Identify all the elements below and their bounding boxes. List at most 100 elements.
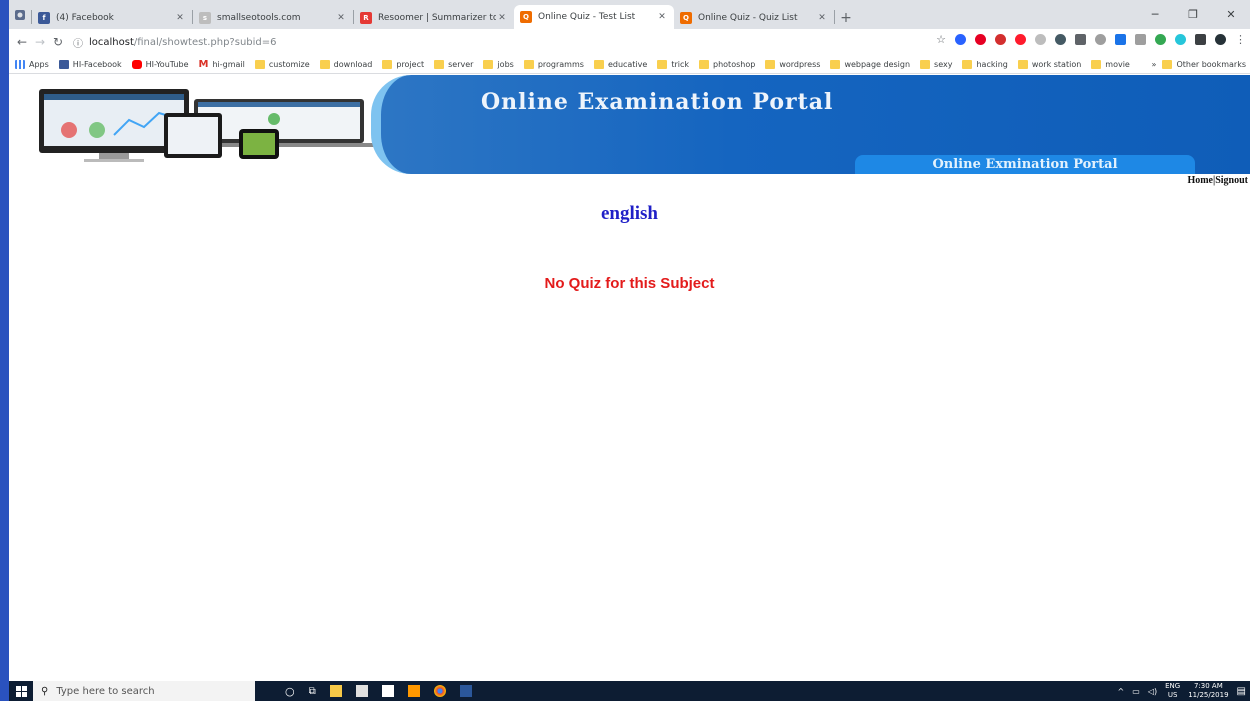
bookmark-folder[interactable]: download — [319, 59, 372, 69]
file-explorer-icon[interactable] — [329, 685, 342, 697]
bookmark-hi-facebook[interactable]: HI-Facebook — [58, 59, 122, 69]
chrome-icon[interactable] — [433, 685, 446, 697]
pinterest-icon[interactable] — [975, 34, 986, 45]
notifications-icon[interactable]: ▤ — [1237, 686, 1246, 697]
windows-start-icon[interactable] — [9, 681, 33, 701]
close-window-icon[interactable]: ✕ — [1212, 0, 1250, 29]
smallseotools-icon: s — [199, 12, 211, 24]
extension-icon[interactable] — [1175, 34, 1186, 45]
bookmark-apps[interactable]: Apps — [15, 59, 49, 69]
other-bookmarks-folder[interactable]: Other bookmarks — [1162, 60, 1246, 69]
bookmarks-bar: Apps HI-Facebook HI-YouTube M hi-gmail c… — [9, 55, 1250, 74]
sublime-icon[interactable] — [407, 685, 420, 697]
volume-icon[interactable]: ◁) — [1148, 687, 1157, 696]
more-bookmarks-button[interactable]: » — [1152, 60, 1157, 69]
mail-icon[interactable] — [381, 685, 394, 697]
extension-icon[interactable] — [1035, 34, 1046, 45]
youtube-icon — [131, 59, 142, 69]
extension-icon[interactable] — [1115, 34, 1126, 45]
tab-search-icon[interactable] — [9, 0, 31, 29]
address-bar[interactable]: ⓘ localhost /final/showtest.php?subid=6 — [73, 31, 943, 53]
folder-icon — [483, 59, 494, 69]
menu-kebab-icon[interactable]: ⋮ — [1235, 33, 1246, 46]
forward-icon[interactable]: → — [31, 35, 49, 49]
extension-icon[interactable] — [1055, 34, 1066, 45]
bookmark-label: hi-gmail — [212, 59, 245, 69]
info-icon[interactable]: ⓘ — [73, 35, 83, 50]
folder-icon — [699, 59, 710, 69]
tab-smallseotools[interactable]: s smallseotools.com ✕ — [193, 7, 353, 29]
bookmark-label: trick — [671, 59, 690, 69]
language-indicator[interactable]: ENG US — [1165, 682, 1180, 700]
bookmark-hi-gmail[interactable]: M hi-gmail — [199, 59, 245, 70]
bookmark-folder[interactable]: customize — [254, 59, 310, 69]
region-code: US — [1167, 691, 1178, 699]
bookmark-folder[interactable]: webpage design — [830, 59, 911, 69]
reload-icon[interactable]: ↻ — [49, 35, 67, 49]
clock[interactable]: 7:30 AM 11/25/2019 — [1188, 682, 1228, 700]
extension-icon[interactable] — [1135, 34, 1146, 45]
bookmark-folder[interactable]: programms — [523, 59, 584, 69]
extension-icon[interactable] — [1195, 34, 1206, 45]
folder-icon — [254, 59, 265, 69]
bookmark-folder[interactable]: work station — [1017, 59, 1081, 69]
home-link[interactable]: Home — [1187, 175, 1213, 186]
bookmark-label: jobs — [497, 59, 514, 69]
profile-avatar[interactable] — [1215, 34, 1226, 45]
cortana-icon[interactable]: ○ — [285, 685, 295, 698]
banner-title: Online Examination Portal — [481, 89, 834, 115]
bookmark-folder[interactable]: educative — [593, 59, 647, 69]
word-icon[interactable] — [459, 685, 472, 697]
quiz-icon: Q — [520, 11, 532, 23]
close-icon[interactable]: ✕ — [174, 13, 186, 23]
bookmark-label: wordpress — [779, 59, 821, 69]
bookmark-label: HI-Facebook — [72, 59, 122, 69]
bookmark-folder[interactable]: hacking — [962, 59, 1008, 69]
minimize-icon[interactable]: ─ — [1136, 0, 1174, 29]
signout-link[interactable]: Signout — [1215, 175, 1248, 186]
new-tab-button[interactable]: + — [835, 7, 857, 29]
chevron-up-icon[interactable]: ^ — [1118, 687, 1125, 696]
adblock-icon[interactable] — [995, 34, 1006, 45]
network-icon[interactable]: ▭ — [1132, 687, 1140, 696]
extension-icon[interactable] — [1155, 34, 1166, 45]
close-icon[interactable]: ✕ — [656, 12, 668, 22]
back-icon[interactable]: ← — [13, 35, 31, 49]
bookmark-folder[interactable]: sexy — [920, 59, 953, 69]
bookmark-label: sexy — [934, 59, 953, 69]
extension-icon[interactable] — [955, 34, 966, 45]
taskbar-search-box[interactable]: ⚲ Type here to search — [33, 681, 255, 701]
browser-window: f (4) Facebook ✕ s smallseotools.com ✕ R… — [0, 0, 1250, 701]
bookmark-label: webpage design — [844, 59, 911, 69]
no-quiz-message: No Quiz for this Subject — [544, 275, 715, 292]
bookmark-folder[interactable]: photoshop — [699, 59, 755, 69]
restore-icon[interactable]: ❐ — [1174, 0, 1212, 29]
tab-online-quiz-quiz-list[interactable]: Q Online Quiz - Quiz List ✕ — [674, 7, 834, 29]
folder-icon — [830, 59, 841, 69]
bookmark-folder[interactable]: project — [382, 59, 424, 69]
bookmark-folder[interactable]: jobs — [483, 59, 514, 69]
folder-icon — [1162, 60, 1173, 69]
opera-icon[interactable] — [1015, 34, 1026, 45]
close-icon[interactable]: ✕ — [335, 13, 347, 23]
devices-illustration — [9, 75, 379, 174]
window-controls: ─ ❐ ✕ — [1136, 0, 1250, 29]
bookmark-folder[interactable]: wordpress — [765, 59, 821, 69]
tab-facebook[interactable]: f (4) Facebook ✕ — [32, 7, 192, 29]
store-icon[interactable] — [355, 685, 368, 697]
extension-icon[interactable] — [1095, 34, 1106, 45]
bookmark-folder[interactable]: trick — [657, 59, 690, 69]
tab-online-quiz-test-list[interactable]: Q Online Quiz - Test List ✕ — [514, 5, 674, 29]
bookmark-folder[interactable]: server — [434, 59, 473, 69]
close-icon[interactable]: ✕ — [816, 13, 828, 23]
extension-icon[interactable] — [1075, 34, 1086, 45]
bookmark-hi-youtube[interactable]: HI-YouTube — [131, 59, 189, 69]
bookmark-folder[interactable]: movie — [1091, 59, 1130, 69]
address-path: /final/showtest.php?subid=6 — [133, 36, 277, 48]
task-view-icon[interactable]: ⧉ — [309, 686, 316, 697]
bookmark-star-icon[interactable]: ☆ — [936, 33, 946, 46]
folder-icon — [765, 59, 776, 69]
tab-resoomer[interactable]: R Resoomer | Summarizer to make ✕ — [354, 7, 514, 29]
bookmark-label: customize — [268, 59, 310, 69]
close-icon[interactable]: ✕ — [496, 13, 508, 23]
